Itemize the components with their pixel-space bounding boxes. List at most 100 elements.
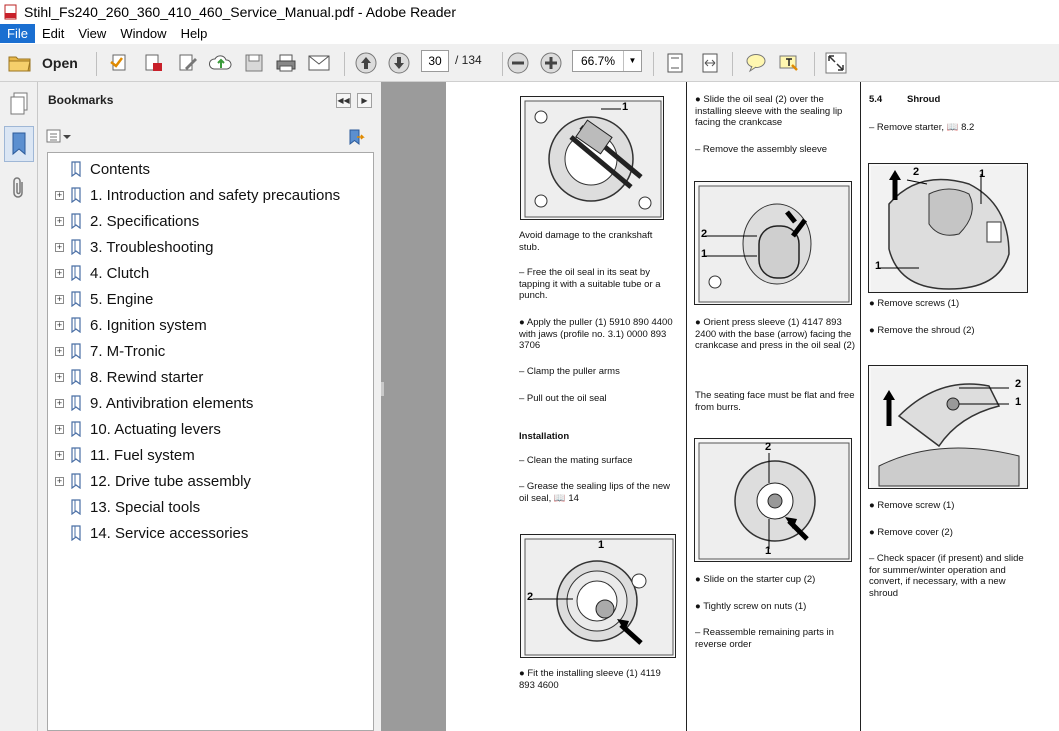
doc-text: ● Slide the oil seal (2) over the instal… [695,94,843,128]
bookmark-item[interactable]: +9. Antivibration elements [48,391,368,417]
figure-shroud-cover: 2 1 [868,365,1028,489]
save-button[interactable] [241,50,267,76]
figure-callout: 1 [598,539,605,551]
bookmark-item[interactable]: +5. Engine [48,287,368,313]
expand-toggle-icon[interactable]: + [55,295,64,304]
expand-toggle-icon[interactable]: + [55,451,64,460]
expand-toggle-icon[interactable]: + [55,347,64,356]
bookmark-item[interactable]: Contents [48,157,368,183]
figure-oil-seal-puller: 1 [520,96,664,220]
menu-edit[interactable]: Edit [35,24,71,43]
bookmark-label: 1. Introduction and safety precautions [90,187,341,204]
open-button[interactable]: Open [8,50,78,76]
expand-toggle-icon[interactable]: + [55,425,64,434]
engine-illustration [871,166,1027,292]
bookmarks-tree: Contents +1. Introduction and safety prec… [47,152,374,731]
bookmarks-tab-button[interactable] [4,126,34,162]
collapse-panel-button[interactable]: ◀◀ [336,93,351,108]
bookmark-icon [71,317,81,333]
doc-text: – Free the oil seal in its seat by tappi… [519,267,661,301]
email-button[interactable] [306,50,332,76]
bookmarks-options[interactable] [46,128,72,149]
pdf-app-icon [4,4,18,20]
doc-text: ● Fit the installing sleeve (1) 4119 893… [519,668,661,691]
next-page-button[interactable] [386,50,412,76]
doc-text: ● Remove the shroud (2) [869,325,975,336]
printer-icon [276,54,296,72]
bookmark-icon [71,343,81,359]
bookmark-icon [71,291,81,307]
expand-toggle-icon[interactable]: + [55,243,64,252]
cloud-upload-icon [209,55,232,70]
fit-page-button[interactable] [662,50,688,76]
bookmark-item[interactable]: +10. Actuating levers [48,417,368,443]
menu-window[interactable]: Window [113,24,173,43]
full-screen-button[interactable] [823,50,849,76]
figure-callout: 1 [701,248,708,260]
bookmark-item[interactable]: +4. Clutch [48,261,368,287]
bookmark-label: 12. Drive tube assembly [90,473,251,490]
expand-toggle-icon[interactable]: + [55,477,64,486]
bookmark-label: 5. Engine [90,291,154,308]
bookmark-item[interactable]: 14. Service accessories [48,521,368,547]
create-pdf-button[interactable] [107,50,133,76]
expand-toggle-icon[interactable]: + [55,191,64,200]
menu-view[interactable]: View [71,24,113,43]
bookmark-label: 4. Clutch [90,265,150,282]
comment-button[interactable] [743,50,769,76]
splitter-grip[interactable] [381,382,384,396]
figure-callout: 1 [765,545,772,557]
envelope-icon [308,55,330,71]
panel-options-button[interactable]: ▶ [357,93,372,108]
edit-pdf-button[interactable] [175,50,201,76]
doc-text: ● Orient press sleeve (1) 4147 893 2400 … [695,317,855,351]
engine-illustration [524,100,662,218]
menu-file[interactable]: File [0,24,35,43]
doc-text: ● Tightly screw on nuts (1) [695,601,807,612]
fit-width-button[interactable] [697,50,723,76]
expand-bookmark-button[interactable] [347,128,365,151]
bookmark-item[interactable]: +1. Introduction and safety precautions [48,183,368,209]
chevron-down-icon[interactable]: ▼ [623,51,641,71]
export-pdf-button[interactable] [141,50,167,76]
save-icon [245,54,263,72]
page-number-input[interactable]: 30 [421,50,449,72]
engine-illustration [871,368,1027,488]
expand-toggle-icon[interactable]: + [55,269,64,278]
bookmark-icon [71,499,81,515]
bookmark-item[interactable]: +2. Specifications [48,209,368,235]
expand-toggle-icon[interactable]: + [55,321,64,330]
zoom-in-button[interactable] [538,50,564,76]
expand-toggle-icon[interactable]: + [55,217,64,226]
expand-toggle-icon[interactable]: + [55,373,64,382]
previous-page-button[interactable] [353,50,379,76]
bookmark-item[interactable]: +11. Fuel system [48,443,368,469]
bookmark-item[interactable]: +3. Troubleshooting [48,235,368,261]
bookmark-item[interactable]: +8. Rewind starter [48,365,368,391]
section-number: 5.4 [869,94,883,105]
highlight-button[interactable] [776,50,802,76]
figure-shroud-screws: 2 1 1 [868,163,1028,293]
page-thumbnails-button[interactable] [4,86,34,122]
bookmark-icon [71,395,81,411]
bookmark-item[interactable]: +6. Ignition system [48,313,368,339]
toolbar: Open [0,44,1059,82]
cloud-upload-button[interactable] [208,50,234,76]
print-button[interactable] [273,50,299,76]
section-title: Shroud [907,94,941,105]
menu-help[interactable]: Help [174,24,215,43]
pdf-page: 1 1 2 2 1 2 1 2 1 1 2 1 Avoid damage to … [446,82,1059,731]
bookmark-item[interactable]: +12. Drive tube assembly [48,469,368,495]
expand-toggle-icon[interactable]: + [55,399,64,408]
navigation-pane-strip [0,82,38,731]
attachments-button[interactable] [4,170,34,206]
bookmark-icon [71,447,81,463]
window-title: Stihl_Fs240_260_360_410_460_Service_Manu… [24,3,456,20]
bookmark-item[interactable]: +7. M-Tronic [48,339,368,365]
doc-text: – Pull out the oil seal [519,393,607,404]
bookmark-item[interactable]: 13. Special tools [48,495,368,521]
plus-circle-icon [540,52,562,74]
zoom-select[interactable]: 66.7% ▼ [572,50,642,72]
fit-page-icon [667,53,683,73]
zoom-out-button[interactable] [505,50,531,76]
